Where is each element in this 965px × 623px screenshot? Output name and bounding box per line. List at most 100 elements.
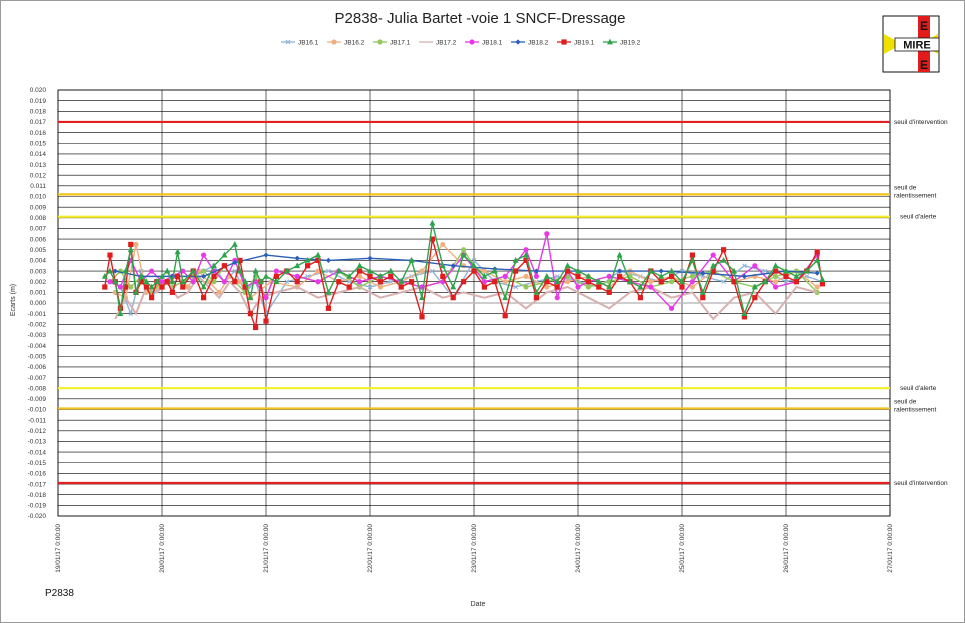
x-tick-label: 24/01/17 0:00:00 — [575, 524, 582, 573]
series-JB18.1-point — [689, 279, 696, 285]
series-JB16.2-point — [481, 268, 487, 274]
series-JB19.1-point — [102, 284, 108, 290]
series-JB19.1-point — [783, 273, 789, 279]
y-tick-label: 0.003 — [30, 268, 47, 275]
series-JB19.1-point — [263, 318, 269, 324]
series-JB19.2-point — [387, 267, 394, 274]
series-JB17.1-point — [689, 273, 696, 279]
series-JB19.1-point — [669, 273, 675, 279]
series-JB18.1-point — [710, 252, 716, 258]
y-tick-label: 0.013 — [30, 162, 47, 169]
x-tick-label: 21/01/17 0:00:00 — [263, 524, 270, 573]
threshold-label: seuil d'intervention — [894, 480, 948, 487]
series-JB19.2-point — [668, 267, 675, 274]
y-tick-label: -0.017 — [28, 481, 47, 488]
series-JB19.2-point — [263, 272, 269, 279]
legend-label: JB16.2 — [344, 39, 365, 46]
series-JB19.1-point — [440, 273, 446, 279]
series-JB19.1-point — [211, 273, 217, 279]
chart-svg: P2838- Julia Bartet -voie 1 SNCF-Dressag… — [10, 10, 948, 608]
series-JB18.1-point — [502, 273, 508, 279]
legend-item-JB17.1: JB17.1 — [373, 39, 411, 46]
series-JB19.1-point — [346, 284, 352, 290]
series-JB19.2-point — [772, 262, 779, 269]
svg-text:E: E — [920, 58, 928, 72]
series-JB18.1-point — [606, 273, 612, 279]
series-JB19.1-point — [273, 273, 279, 279]
series-JB19.1-point — [107, 252, 113, 258]
series-JB18.1-point — [773, 284, 779, 290]
threshold-label: seuil d'intervention — [894, 119, 948, 126]
legend-item-JB16.2: JB16.2 — [327, 39, 365, 46]
series-JB16.2-point — [133, 241, 139, 248]
legend-swatch-point — [561, 39, 567, 45]
series-JB19.1-point — [533, 295, 539, 301]
series-JB19.1-point — [793, 279, 799, 285]
y-tick-label: 0.011 — [30, 183, 46, 190]
series-JB19.1-point — [143, 284, 149, 290]
series-JB19.2-point — [174, 248, 181, 255]
series-JB19.1-point — [232, 279, 238, 285]
series-JB18.1-point — [190, 279, 196, 285]
y-tick-label: -0.008 — [28, 385, 47, 392]
series-JB19.1-point — [721, 247, 727, 253]
series-JB19.1-point — [450, 295, 456, 301]
series-JB19.1-point — [164, 279, 170, 285]
x-tick-label: 23/01/17 0:00:00 — [471, 524, 478, 573]
x-tick-labels: 19/01/17 0:00:00 20/01/17 0:00:00 21/01/17… — [55, 524, 894, 573]
series-JB16.2-point — [502, 279, 508, 285]
series-JB19.1-point — [492, 279, 498, 285]
series-JB19.1-point — [637, 295, 643, 301]
y-tick-label: 0.017 — [30, 119, 47, 126]
y-tick-label: 0.015 — [30, 140, 47, 147]
series-JB18.1-point — [315, 279, 321, 285]
series-JB19.1-point — [377, 279, 383, 285]
series-JB18.1-point — [117, 284, 123, 290]
y-tick-label: 0.001 — [30, 290, 47, 297]
series-JB19.1-point — [752, 295, 758, 301]
series-JB16.2-point — [773, 279, 779, 285]
series-JB18.1-point — [669, 305, 675, 311]
series-JB18.1-point — [107, 279, 113, 285]
legend-item-JB18.2: JB18.2 — [511, 39, 549, 46]
legend-label: JB17.2 — [436, 39, 457, 46]
series-JB18.1-point — [752, 263, 758, 269]
y-tick-label: -0.002 — [28, 322, 47, 329]
series-JB18.2-point — [325, 257, 331, 263]
series-JB19.1-point — [159, 284, 165, 290]
series-JB19.2-point — [231, 241, 238, 247]
legend-item-JB18.1: JB18.1 — [465, 39, 503, 46]
series-JB19.2-point — [543, 272, 550, 279]
y-tick-label: 0.019 — [30, 98, 47, 105]
series-JB19.1-point — [201, 295, 207, 301]
series-JB18.2-point — [367, 255, 373, 261]
series-JB17.1-point — [523, 284, 529, 290]
series-JB18.1-point — [523, 247, 529, 253]
series-JB19.1-point — [585, 279, 591, 285]
legend-label: JB19.1 — [574, 39, 595, 46]
series-JB19.2-point — [127, 246, 134, 253]
y-tick-label: -0.003 — [28, 332, 47, 339]
series-JB19.1-point — [481, 284, 487, 290]
y-tick-label: 0.006 — [30, 236, 47, 243]
series-JB19.1-point — [175, 273, 181, 279]
series-JB19.2-point — [450, 283, 457, 290]
x-tick-label: 20/01/17 0:00:00 — [159, 524, 166, 573]
series-JB16.2-point — [523, 273, 529, 279]
y-tick-label: -0.018 — [28, 492, 47, 499]
legend-swatch-point — [515, 39, 521, 45]
y-tick-label: -0.016 — [28, 471, 47, 478]
series-JB18.1-point — [648, 284, 654, 290]
threshold-label: seuil d'alerte — [900, 385, 937, 392]
footer-label: P2838 — [45, 588, 74, 599]
series-JB18.1-point — [273, 268, 279, 274]
series-JB18.1-point — [575, 284, 581, 290]
series-JB19.1-point — [689, 252, 695, 258]
y-tick-label: -0.007 — [28, 375, 47, 382]
x-tick-label: 19/01/17 0:00:00 — [55, 524, 62, 573]
series-JB19.2-point — [325, 288, 332, 295]
legend-item-JB17.2: JB17.2 — [419, 39, 457, 46]
series-JB19.1-point — [461, 279, 467, 285]
x-axis-title: Date — [471, 601, 486, 608]
series-JB18.1-point — [357, 279, 363, 285]
